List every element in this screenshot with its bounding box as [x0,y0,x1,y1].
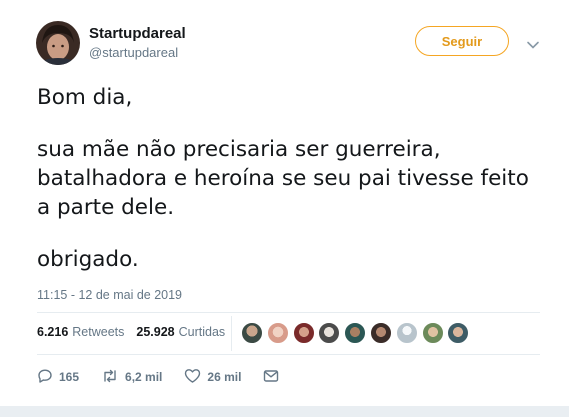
tweet-card: Startupdareal @startupdareal Seguir Bom … [0,0,569,417]
liker-avatar[interactable] [395,322,418,344]
retweet-icon [101,368,125,387]
liker-avatar[interactable] [241,322,263,344]
retweets-count: 6.216 [37,325,69,339]
liker-avatars [241,322,473,344]
footer-strip [0,406,569,417]
liker-avatar[interactable] [421,322,444,344]
liker-avatar[interactable] [447,322,470,344]
tweet-text: Bom dia, sua mãe não precisaria ser guer… [37,83,547,274]
avatar[interactable] [36,21,80,65]
like-action[interactable]: 26 mil [184,368,241,387]
tweet-paragraph: sua mãe não precisaria ser guerreira, ba… [37,137,529,220]
retweet-action[interactable]: 6,2 mil [101,368,162,387]
likes-count: 25.928 [136,325,175,339]
reply-action[interactable]: 165 [37,368,79,387]
tweet-actions: 165 6,2 mil 26 mil [37,367,307,387]
display-name[interactable]: Startupdareal [89,25,186,42]
timestamp[interactable]: 11:15 - 12 de mai de 2019 [37,288,182,302]
reply-icon [37,368,59,387]
like-icon [184,368,207,387]
username-handle[interactable]: @startupdareal [89,45,178,60]
likes-stat[interactable]: 25.928 Curtidas [136,325,225,339]
divider [37,354,540,355]
retweets-stat[interactable]: 6.216 Retweets [37,325,124,339]
tweet-paragraph: obrigado. [37,247,139,272]
like-count: 26 mil [207,370,242,384]
liker-avatar[interactable] [369,322,392,344]
divider [231,316,232,351]
engagement-stats: 6.216 Retweets 25.928 Curtidas [37,325,237,339]
reply-count: 165 [59,370,80,384]
message-icon [263,369,285,386]
retweet-count: 6,2 mil [125,370,163,384]
direct-message-action[interactable] [263,369,285,386]
chevron-down-icon[interactable] [526,37,540,49]
likes-label: Curtidas [178,325,226,339]
liker-avatar[interactable] [266,322,289,344]
liker-avatar[interactable] [292,322,315,344]
liker-avatar[interactable] [344,322,367,344]
divider [37,312,540,313]
retweets-label: Retweets [72,325,125,339]
tweet-paragraph: Bom dia, [37,85,133,110]
liker-avatar[interactable] [318,322,341,344]
follow-button[interactable]: Seguir [415,26,509,56]
